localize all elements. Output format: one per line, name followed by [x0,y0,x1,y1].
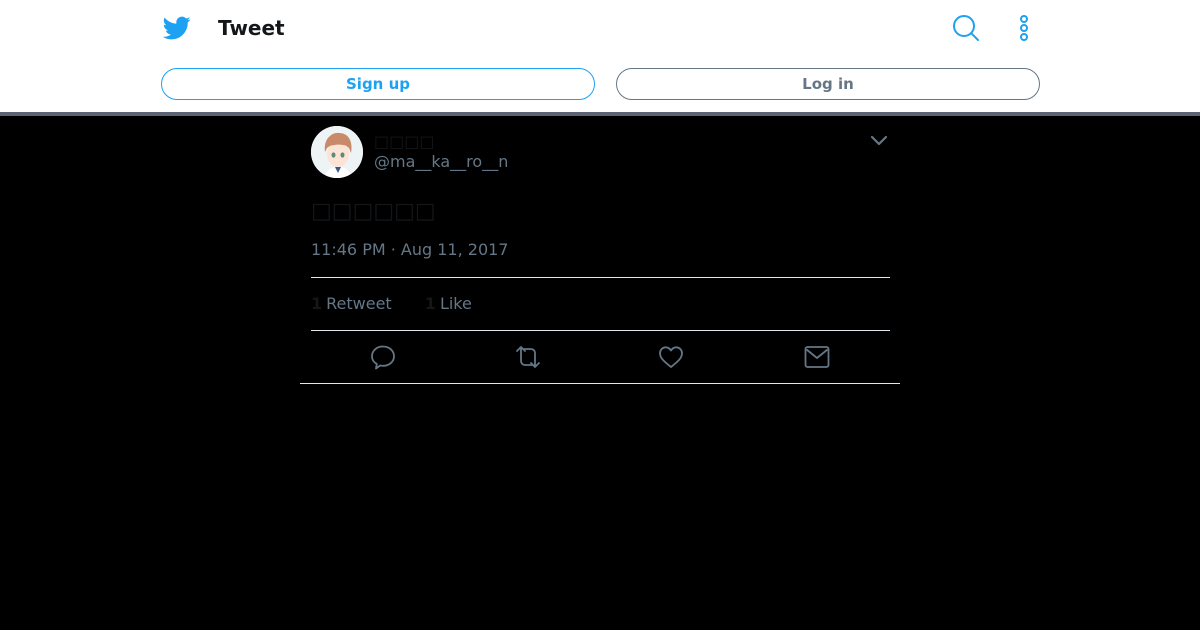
top-header: Tweet Sign up Log in [0,0,1200,112]
divider [311,277,890,278]
search-icon[interactable] [952,14,979,41]
divider [311,330,890,331]
user-handle[interactable]: @ma__ka__ro__n [374,152,508,172]
reply-icon[interactable] [369,343,397,371]
tweet-divider [300,383,900,384]
tweet-card: □□□□ @ma__ka__ro__n □□□□□□ 11:46 PM · Au… [300,116,900,384]
more-vertical-icon[interactable] [1016,14,1032,42]
tweet-timestamp[interactable]: 11:46 PM · Aug 11, 2017 [311,240,508,260]
tweet-text: □□□□□□ [311,199,436,224]
heart-icon[interactable] [657,343,685,371]
avatar-image [311,126,363,178]
log-in-button[interactable]: Log in [616,68,1040,100]
like-count: 1 [424,294,436,313]
twitter-bird-icon[interactable] [163,14,191,42]
page-title: Tweet [218,16,285,40]
retweet-stat[interactable]: 1 Retweet [311,294,392,314]
envelope-icon[interactable] [803,343,831,371]
retweet-icon[interactable] [512,343,544,371]
retweet-label: Retweet [326,294,392,313]
retweet-count: 1 [311,294,323,313]
chevron-down-icon[interactable] [870,134,888,146]
like-stat[interactable]: 1 Like [425,294,472,314]
like-label: Like [439,294,472,313]
tweet-stats: 1 Retweet 1 Like [311,294,500,314]
avatar[interactable] [311,126,363,178]
sign-up-button[interactable]: Sign up [161,68,595,100]
display-name[interactable]: □□□□ [374,132,434,152]
